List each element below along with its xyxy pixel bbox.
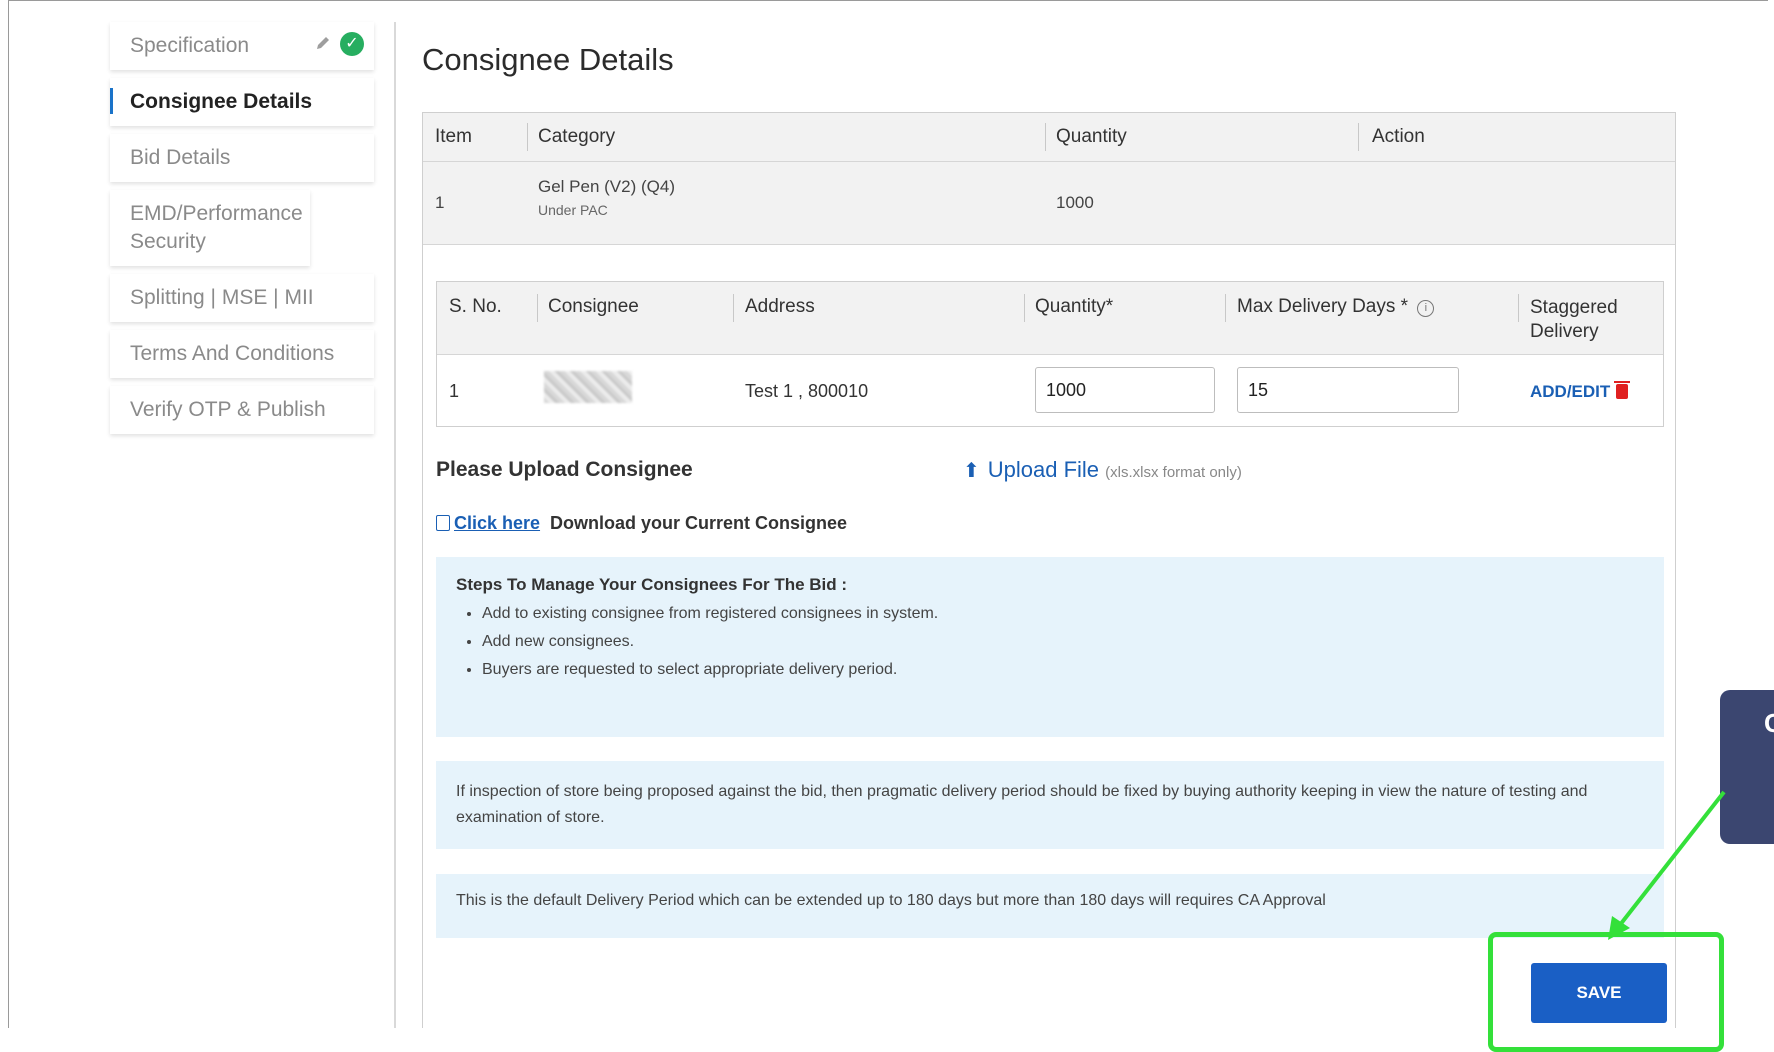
consignee-name-redacted bbox=[544, 371, 632, 403]
steps-list: Add to existing consignee from registere… bbox=[456, 605, 1644, 679]
col-action: Action bbox=[1372, 126, 1425, 147]
item-quantity: 1000 bbox=[1056, 193, 1094, 212]
sidebar-item-label: Consignee Details bbox=[130, 90, 313, 113]
col-item: Item bbox=[435, 126, 472, 147]
download-text: Download your Current Consignee bbox=[550, 513, 848, 533]
max-delivery-days-input[interactable] bbox=[1237, 367, 1459, 413]
column-divider bbox=[1518, 294, 1519, 322]
inspection-note: If inspection of store being proposed ag… bbox=[436, 761, 1664, 849]
upload-icon: ⬆ bbox=[963, 460, 980, 482]
col-staggered-delivery: Staggered Delivery bbox=[1530, 297, 1618, 342]
upload-file-link[interactable]: ⬆ Upload File (xls.xlsx format only) bbox=[963, 457, 1242, 483]
sidebar-item-label: Verify OTP & Publish bbox=[130, 398, 326, 421]
sidebar-item-emd-performance-security[interactable]: EMD/Performance Security bbox=[110, 190, 310, 266]
column-divider bbox=[1045, 123, 1046, 151]
sidebar-item-bid-details[interactable]: Bid Details bbox=[110, 134, 374, 182]
sidebar-item-label: Specification bbox=[130, 34, 250, 57]
wizard-sidebar: Specification ✓ Consignee Details Bid De… bbox=[110, 22, 374, 442]
column-divider bbox=[1225, 294, 1226, 322]
sidebar-item-label: Splitting | MSE | MII bbox=[130, 286, 314, 309]
sidebar-item-splitting[interactable]: Splitting | MSE | MII bbox=[110, 274, 374, 322]
item-category: Gel Pen (V2) (Q4) bbox=[538, 177, 675, 196]
item-number: 1 bbox=[435, 193, 445, 212]
sidebar-item-consignee-details[interactable]: Consignee Details bbox=[110, 78, 374, 126]
info-icon[interactable]: i bbox=[1417, 300, 1435, 317]
pencil-icon[interactable] bbox=[314, 34, 332, 52]
col-max-delivery-days: Max Delivery Days * i bbox=[1237, 296, 1435, 318]
table-row: 1 Gel Pen (V2) (Q4) Under PAC 1000 bbox=[423, 162, 1675, 245]
page-title: Consignee Details bbox=[422, 42, 674, 77]
col-category: Category bbox=[538, 126, 616, 147]
consignee-table: S. No. Consignee Address Quantity* Max D… bbox=[436, 281, 1664, 427]
col-address: Address bbox=[745, 296, 815, 317]
col-sno: S. No. bbox=[449, 296, 502, 317]
col-quantity: Quantity* bbox=[1035, 296, 1114, 317]
upload-format-note: (xls.xlsx format only) bbox=[1105, 464, 1242, 481]
list-item: Add to existing consignee from registere… bbox=[482, 605, 1644, 623]
max-delivery-days-label: Max Delivery Days * bbox=[1237, 296, 1409, 317]
sidebar-item-terms[interactable]: Terms And Conditions bbox=[110, 330, 374, 378]
table-row: 1 Test 1 , 800010 ADD/EDIT bbox=[437, 355, 1663, 427]
steps-info-box: Steps To Manage Your Consignees For The … bbox=[436, 557, 1664, 737]
consignee-table-header: S. No. Consignee Address Quantity* Max D… bbox=[437, 282, 1663, 355]
column-divider bbox=[1358, 123, 1359, 151]
column-divider bbox=[733, 294, 734, 322]
column-divider bbox=[527, 123, 528, 151]
download-consignee-line: Click here Download your Current Consigne… bbox=[436, 513, 847, 534]
sidebar-item-label: Bid Details bbox=[130, 146, 231, 169]
row-sno: 1 bbox=[449, 381, 460, 401]
upload-consignee-label: Please Upload Consignee bbox=[436, 458, 693, 481]
list-item: Buyers are requested to select appropria… bbox=[482, 661, 1644, 679]
col-quantity: Quantity bbox=[1056, 126, 1127, 147]
upload-file-label: Upload File bbox=[987, 457, 1100, 482]
item-subcategory: Under PAC bbox=[538, 202, 608, 218]
col-consignee: Consignee bbox=[548, 296, 639, 317]
save-highlight-box bbox=[1488, 932, 1724, 1052]
consignee-card: Item Category Quantity Action 1 Gel Pen … bbox=[422, 112, 1676, 1028]
add-edit-link[interactable]: ADD/EDIT bbox=[1530, 382, 1610, 401]
staggered-delivery-actions: ADD/EDIT bbox=[1530, 381, 1631, 402]
click-here-link[interactable]: Click here bbox=[454, 513, 540, 533]
default-period-note: This is the default Delivery Period whic… bbox=[436, 874, 1664, 938]
steps-title: Steps To Manage Your Consignees For The … bbox=[456, 575, 848, 594]
sidebar-item-specification[interactable]: Specification ✓ bbox=[110, 22, 374, 70]
list-item: Add new consignees. bbox=[482, 633, 1644, 651]
check-circle-icon: ✓ bbox=[340, 32, 364, 56]
sidebar-item-verify-otp[interactable]: Verify OTP & Publish bbox=[110, 386, 374, 434]
column-divider bbox=[1024, 294, 1025, 322]
row-address: Test 1 , 800010 bbox=[745, 381, 869, 401]
item-table-header: Item Category Quantity Action bbox=[423, 113, 1675, 162]
trash-icon[interactable] bbox=[1614, 381, 1631, 399]
sidebar-divider bbox=[394, 22, 396, 1028]
quantity-input[interactable] bbox=[1035, 367, 1215, 413]
sidebar-item-label: EMD/Performance Security bbox=[130, 202, 303, 253]
document-icon bbox=[436, 515, 450, 531]
column-divider bbox=[537, 294, 538, 322]
pointer-arrow-icon bbox=[1608, 790, 1726, 940]
sidebar-item-label: Terms And Conditions bbox=[130, 342, 335, 365]
